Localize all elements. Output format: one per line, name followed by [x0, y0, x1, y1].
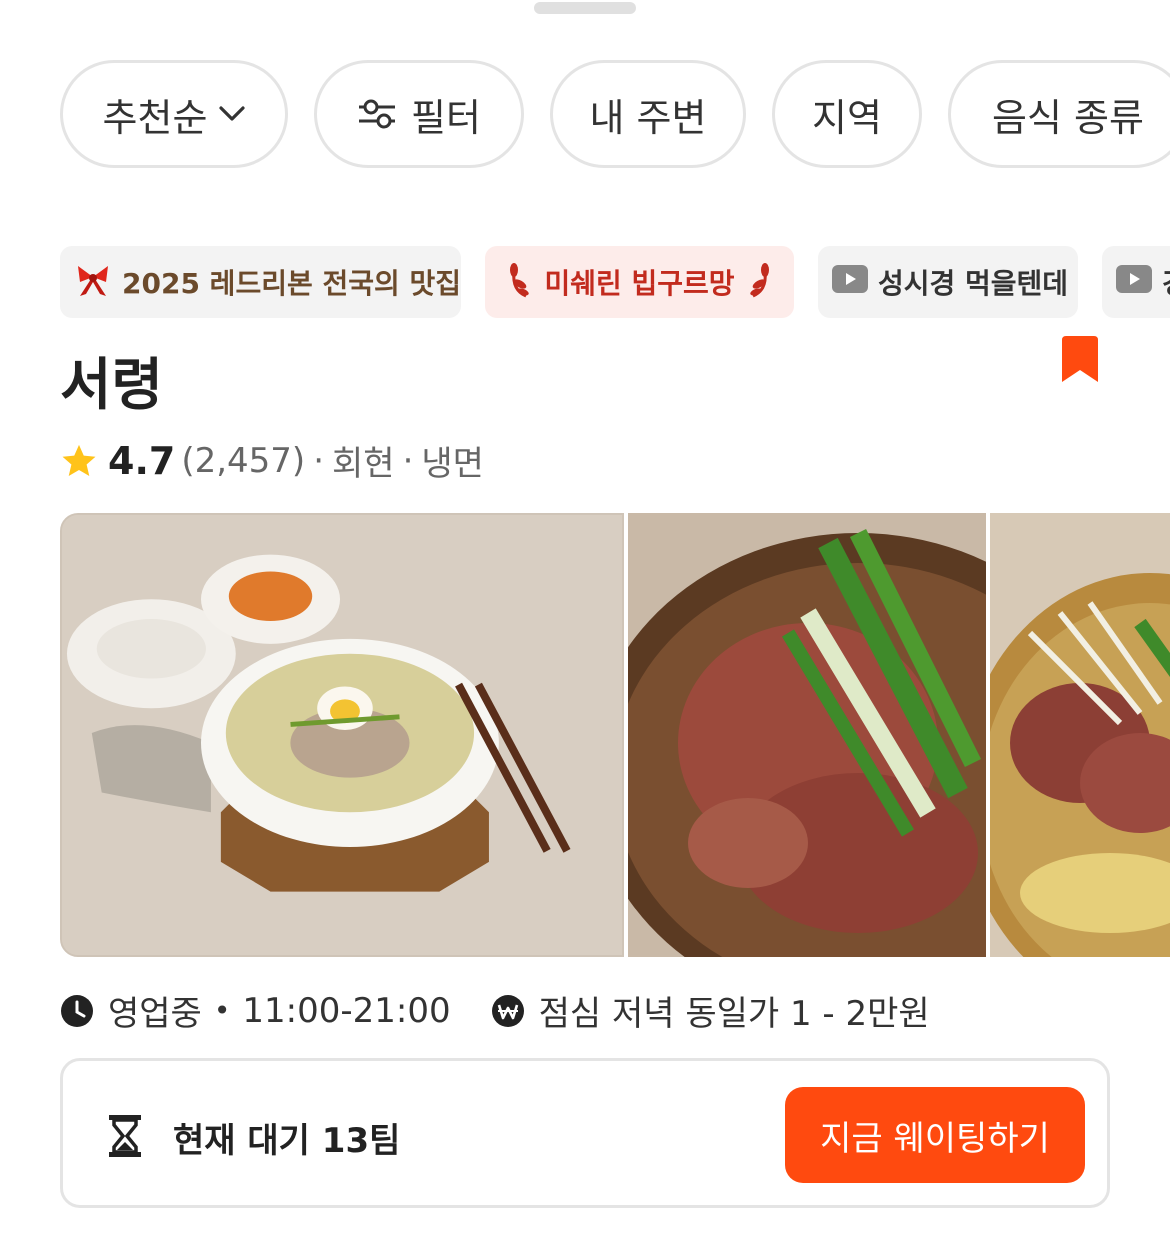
video-badge-2-label: 경	[1162, 262, 1170, 302]
price-text: 점심 저녁 동일가 1 - 2만원	[538, 994, 930, 1034]
won-icon	[491, 994, 524, 1027]
sheet-grab-handle[interactable]	[534, 2, 636, 14]
play-video-icon	[832, 264, 868, 300]
separator-dot: ·	[313, 440, 325, 481]
red-ribbon-badge[interactable]: 2025 레드리본 전국의 맛집	[60, 246, 461, 318]
video-badge-1-label: 성시경 먹을텐데	[878, 267, 1069, 300]
nearby-chip[interactable]: 내 주변	[550, 60, 746, 168]
review-count[interactable]: (2,457)	[181, 441, 305, 481]
play-video-icon	[1116, 264, 1152, 300]
badge-row: 2025 레드리본 전국의 맛집 미쉐린 빕구르망 성시경 먹을텐데	[60, 246, 1170, 318]
nearby-label: 내 주변	[589, 95, 707, 140]
laurel-right-icon	[745, 260, 773, 305]
separator-dot: ·	[402, 440, 414, 481]
sort-label: 추천순	[102, 95, 208, 140]
hourglass-icon	[109, 1115, 141, 1157]
open-status: 영업중	[108, 994, 202, 1034]
join-waitlist-button[interactable]: 지금 웨이팅하기	[785, 1087, 1085, 1183]
separator-dot: •	[213, 994, 231, 1027]
region-label: 지역	[812, 95, 882, 140]
restaurant-name: 서령	[60, 353, 164, 418]
filter-chip-row: 추천순 필터 내 주변 지역 음식 종류	[60, 60, 1170, 168]
food-type-chip[interactable]: 음식 종류	[948, 60, 1170, 168]
info-row: 영업중 • 11:00-21:00 점심 저녁 동일가 1 - 2만원	[60, 986, 930, 1035]
opening-hours: 11:00-21:00	[242, 990, 451, 1031]
ribbon-badge-label: 2025 레드리본 전국의 맛집	[122, 267, 462, 300]
clock-icon	[61, 994, 93, 1027]
location-label: 회현	[332, 444, 395, 484]
rating-value: 4.7	[108, 438, 176, 483]
sort-chip[interactable]: 추천순	[60, 60, 288, 168]
restaurant-card-sheet: 추천순 필터 내 주변 지역 음식 종류 2025 레드리본 전국의 맛집 미쉐…	[0, 0, 1170, 1259]
food-type-label: 음식 종류	[992, 95, 1144, 140]
rating-row: 4.7 (2,457) · 회현 · 냉면	[60, 436, 484, 485]
food-photo-bulgogi[interactable]	[628, 513, 986, 957]
bib-badge-label: 미쉐린 빕구르망	[544, 267, 735, 300]
photo-carousel[interactable]	[60, 513, 1170, 957]
star-icon	[62, 444, 96, 476]
video-badge-2[interactable]: 경	[1102, 246, 1170, 318]
filter-chip[interactable]: 필터	[314, 60, 524, 168]
ribbon-icon	[74, 260, 112, 305]
filter-label: 필터	[411, 95, 481, 140]
michelin-bib-badge[interactable]: 미쉐린 빕구르망	[485, 246, 794, 318]
bookmark-icon[interactable]	[1060, 336, 1100, 384]
category-label: 냉면	[421, 444, 484, 484]
food-photo-naengmyeon[interactable]	[60, 513, 624, 957]
waiting-status: 현재 대기 13팀	[173, 1121, 401, 1161]
region-chip[interactable]: 지역	[772, 60, 922, 168]
sliders-icon	[357, 97, 397, 131]
price-info: 점심 저녁 동일가 1 - 2만원	[491, 986, 930, 1035]
laurel-left-icon	[506, 260, 534, 305]
food-photo-hotpot[interactable]	[990, 513, 1170, 957]
chevron-down-icon	[219, 106, 246, 122]
video-badge-1[interactable]: 성시경 먹을텐데	[818, 246, 1078, 318]
waiting-card: 현재 대기 13팀 지금 웨이팅하기	[60, 1058, 1110, 1208]
